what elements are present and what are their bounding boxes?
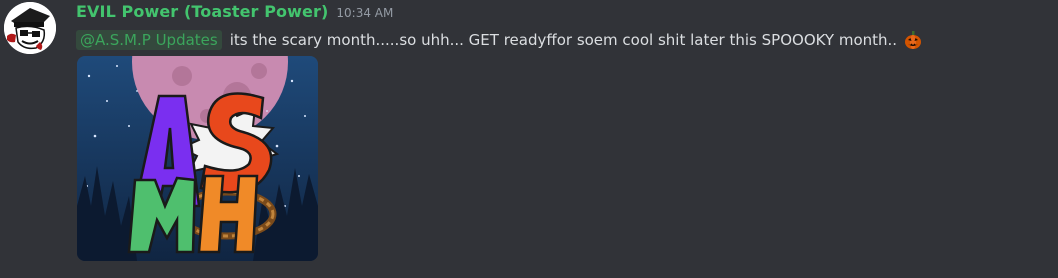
- role-mention[interactable]: @A.S.M.P Updates: [76, 30, 222, 50]
- user-avatar[interactable]: [4, 2, 56, 54]
- jack-o-lantern-emoji-graphic: [905, 31, 922, 49]
- jack-o-lantern-icon[interactable]: [903, 30, 923, 50]
- image-attachment[interactable]: [77, 56, 318, 261]
- message-content: @A.S.M.P Updates its the scary month....…: [76, 28, 923, 52]
- timestamp: 10:34 AM: [336, 6, 394, 20]
- chat-message: EVIL Power (Toaster Power) 10:34 AM @A.S…: [0, 0, 1058, 278]
- avatar-image: [4, 2, 56, 54]
- message-text: its the scary month.....so uhh... GET re…: [229, 31, 898, 49]
- username[interactable]: EVIL Power (Toaster Power): [76, 2, 328, 21]
- message-header: EVIL Power (Toaster Power) 10:34 AM: [76, 2, 393, 24]
- asmh-logo-image: [77, 56, 318, 261]
